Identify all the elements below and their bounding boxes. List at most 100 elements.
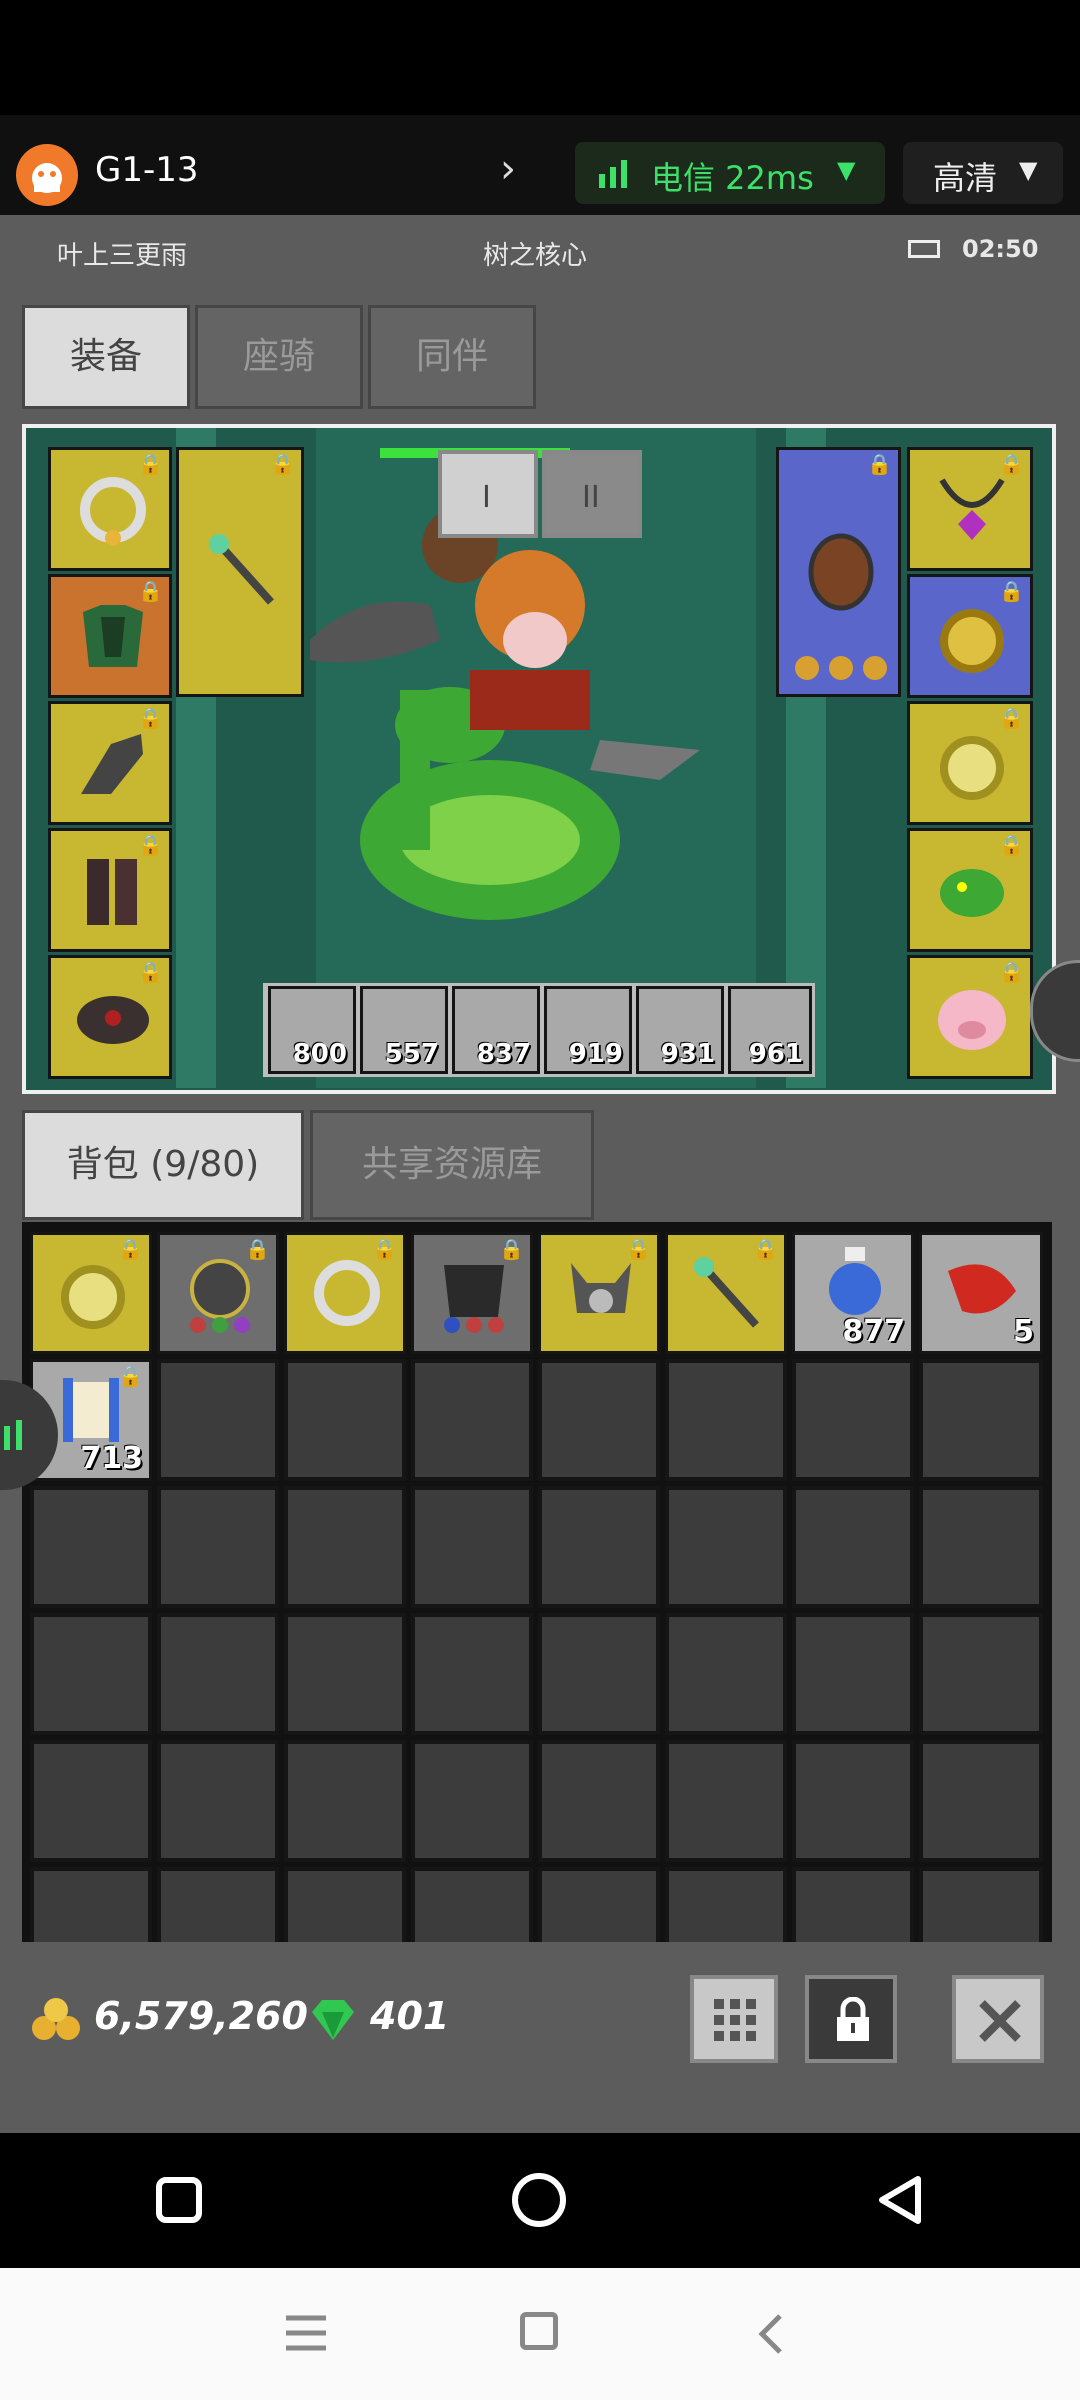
- inv-slot[interactable]: 5: [919, 1232, 1043, 1354]
- inv-slot-empty[interactable]: [30, 1740, 152, 1862]
- inv-slot-empty[interactable]: [665, 1359, 787, 1481]
- inv-slot-empty[interactable]: [792, 1486, 914, 1608]
- inv-slot-empty[interactable]: [157, 1740, 279, 1862]
- inv-slot-empty[interactable]: [792, 1613, 914, 1735]
- equip-slot-shield[interactable]: 🔒: [776, 447, 901, 697]
- inv-slot[interactable]: 877: [792, 1232, 914, 1354]
- inv-slot-empty[interactable]: [919, 1613, 1043, 1735]
- inv-slot-empty[interactable]: [792, 1359, 914, 1481]
- dropdown-icon: ▼: [1019, 156, 1038, 184]
- quality-button[interactable]: 高清 ▼: [903, 142, 1063, 204]
- equip-slot-ring-2[interactable]: 🔒: [907, 574, 1033, 698]
- equip-slot-amulet[interactable]: 🔒: [907, 447, 1033, 571]
- preview-button-1[interactable]: I: [438, 450, 538, 538]
- home-icon[interactable]: [512, 2173, 566, 2227]
- inv-slot-empty[interactable]: [665, 1613, 787, 1735]
- helmet-icon: [571, 1263, 631, 1313]
- wand-icon: [694, 1257, 759, 1328]
- consumable-slot-4[interactable]: 931: [636, 986, 724, 1074]
- inv-slot-empty[interactable]: [919, 1359, 1043, 1481]
- clock: 02:50: [962, 235, 1039, 263]
- wand-icon: [209, 534, 274, 605]
- inv-slot-empty[interactable]: [538, 1613, 660, 1735]
- inv-slot-empty[interactable]: [665, 1867, 787, 1942]
- inv-slot-empty[interactable]: [919, 1867, 1043, 1942]
- chevron-right-icon[interactable]: ›: [500, 146, 516, 192]
- grid-icon: [714, 1999, 756, 2041]
- inv-slot-empty[interactable]: [919, 1486, 1043, 1608]
- chevron-left-icon[interactable]: [756, 2312, 786, 2356]
- equip-slot-ring[interactable]: 🔒: [48, 447, 172, 571]
- inv-slot[interactable]: 🔒: [665, 1232, 787, 1354]
- android-app-icon[interactable]: [16, 144, 78, 206]
- back-icon[interactable]: [874, 2173, 924, 2227]
- inv-slot-empty[interactable]: [792, 1740, 914, 1862]
- inv-slot-empty[interactable]: [284, 1740, 406, 1862]
- equip-slot-gloves[interactable]: 🔒: [48, 701, 172, 825]
- recents-icon[interactable]: [156, 2177, 202, 2223]
- battery-icon: [908, 240, 940, 258]
- inv-slot[interactable]: 🔒: [157, 1232, 279, 1354]
- inv-slot-empty[interactable]: [411, 1867, 533, 1942]
- tab-equipment[interactable]: 装备: [22, 305, 190, 409]
- inv-slot-empty[interactable]: [411, 1359, 533, 1481]
- inv-slot-empty[interactable]: [919, 1740, 1043, 1862]
- consumable-slot-3[interactable]: 919: [544, 986, 632, 1074]
- equip-slot-armor[interactable]: 🔒: [48, 574, 172, 698]
- inv-slot-empty[interactable]: [665, 1740, 787, 1862]
- close-button[interactable]: [952, 1975, 1044, 2063]
- consumable-slot-fish[interactable]: 800: [268, 986, 356, 1074]
- gold-coins-icon: [32, 1998, 80, 2040]
- tab-mount[interactable]: 座骑: [195, 305, 363, 409]
- orb-icon: [190, 1259, 250, 1333]
- equip-slot-belt[interactable]: 🔒: [48, 955, 172, 1079]
- preview-button-2[interactable]: II: [542, 450, 642, 538]
- lock-icon: [837, 1997, 869, 2041]
- inv-slot[interactable]: 🔒: [411, 1232, 533, 1354]
- inv-slot-empty[interactable]: [411, 1740, 533, 1862]
- inv-slot-empty[interactable]: [411, 1613, 533, 1735]
- ring-icon: [80, 477, 146, 546]
- equip-slot-mount[interactable]: 🔒: [907, 828, 1033, 952]
- home-square-icon[interactable]: [520, 2312, 558, 2350]
- inv-slot-empty[interactable]: [538, 1359, 660, 1481]
- inv-slot-empty[interactable]: [538, 1867, 660, 1942]
- menu-icon[interactable]: [284, 2314, 328, 2352]
- inv-slot-empty[interactable]: [411, 1486, 533, 1608]
- equip-slot-weapon[interactable]: 🔒: [176, 447, 304, 697]
- inv-slot-empty[interactable]: [30, 1486, 152, 1608]
- consumable-slot-2[interactable]: 837: [452, 986, 540, 1074]
- tab-companion[interactable]: 同伴: [368, 305, 536, 409]
- inv-slot-empty[interactable]: [284, 1359, 406, 1481]
- inv-slot-empty[interactable]: [284, 1867, 406, 1942]
- network-button[interactable]: 电信 22ms ▼: [575, 142, 885, 204]
- tab-shared-storage[interactable]: 共享资源库: [310, 1110, 594, 1220]
- consumable-slot-5[interactable]: 961: [728, 986, 812, 1074]
- inv-slot-empty[interactable]: [157, 1359, 279, 1481]
- inv-slot-empty[interactable]: [30, 1613, 152, 1735]
- inv-slot-empty[interactable]: [538, 1740, 660, 1862]
- inv-slot-empty[interactable]: [157, 1486, 279, 1608]
- inv-slot-empty[interactable]: [538, 1486, 660, 1608]
- tab-backpack[interactable]: 背包 (9/80): [22, 1110, 304, 1220]
- equip-slot-boots[interactable]: 🔒: [48, 828, 172, 952]
- lock-button[interactable]: [805, 1975, 897, 2063]
- quality-label: 高清: [933, 159, 998, 197]
- inv-slot-empty[interactable]: [665, 1486, 787, 1608]
- inv-slot[interactable]: 🔒: [284, 1232, 406, 1354]
- ring-icon: [314, 1260, 380, 1326]
- inv-slot-empty[interactable]: [30, 1867, 152, 1942]
- equip-slot-ring-3[interactable]: 🔒: [907, 701, 1033, 825]
- gem-icon: [312, 2000, 354, 2040]
- inv-slot-empty[interactable]: [157, 1613, 279, 1735]
- feather-icon: [948, 1264, 1016, 1314]
- sort-grid-button[interactable]: [690, 1975, 778, 2063]
- inv-slot-empty[interactable]: [284, 1613, 406, 1735]
- inv-slot-empty[interactable]: [284, 1486, 406, 1608]
- inv-slot[interactable]: 🔒: [538, 1232, 660, 1354]
- inv-slot-empty[interactable]: [792, 1867, 914, 1942]
- inv-slot-empty[interactable]: [157, 1867, 279, 1942]
- consumable-slot-1[interactable]: 557: [360, 986, 448, 1074]
- equip-slot-pet[interactable]: 🔒: [907, 955, 1033, 1079]
- inv-slot[interactable]: 🔒: [30, 1232, 152, 1354]
